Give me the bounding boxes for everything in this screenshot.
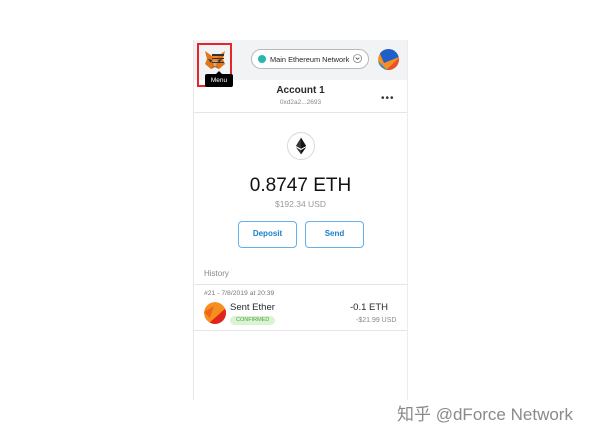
account-avatar[interactable] <box>378 49 399 70</box>
divider <box>194 284 407 285</box>
transaction-meta: #21 - 7/8/2019 at 20:39 <box>204 290 275 297</box>
eth-balance: 0.8747 ETH <box>249 175 352 196</box>
watermark: 知乎 @dForce Network <box>397 405 573 424</box>
metamask-popup: Main Ethereum Network Account 1 0xd2a2..… <box>193 40 408 400</box>
divider <box>194 330 407 331</box>
chevron-down-icon <box>353 54 362 63</box>
network-status-dot <box>258 55 266 63</box>
status-badge: CONFIRMED <box>230 316 276 325</box>
transaction-amount: -0.1 ETH <box>350 302 389 313</box>
menu-tooltip: Menu <box>205 71 233 87</box>
transaction-avatar <box>204 302 226 324</box>
ethereum-logo-icon <box>287 132 315 160</box>
send-button[interactable]: Send <box>305 221 364 248</box>
network-label: Main Ethereum Network <box>270 54 350 64</box>
menu-highlight-box: Menu <box>197 43 233 87</box>
hamburger-menu-icon[interactable] <box>212 54 224 64</box>
history-label: History <box>204 269 229 278</box>
account-address[interactable]: 0xd2a2...2693 <box>194 99 407 106</box>
deposit-button[interactable]: Deposit <box>238 221 297 248</box>
network-selector[interactable]: Main Ethereum Network <box>251 49 369 69</box>
usd-balance: $192.34 USD <box>274 199 327 209</box>
transaction-title: Sent Ether <box>230 302 275 313</box>
more-options-icon[interactable]: ••• <box>381 93 395 104</box>
transaction-usd: -$21.99 USD <box>356 317 397 324</box>
